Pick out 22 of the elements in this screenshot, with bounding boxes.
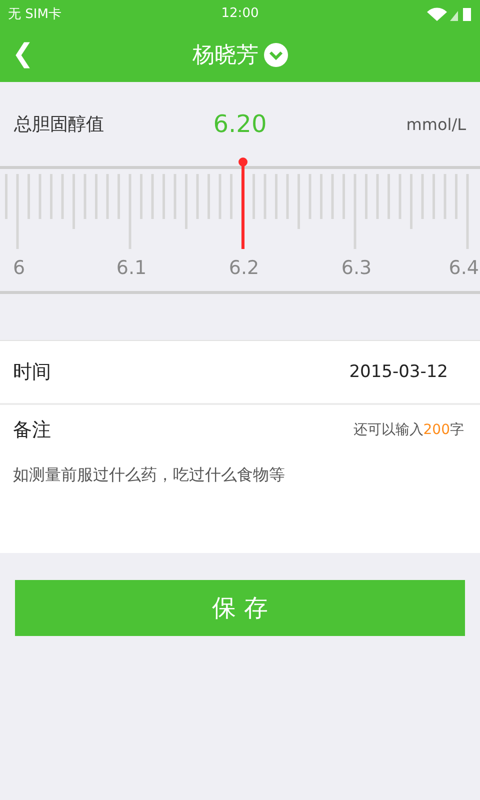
time-label: 时间 — [13, 360, 51, 385]
clock-time: 12:00 — [220, 6, 260, 21]
note-field[interactable]: 如测量前服过什么药，吃过什么食物等 — [0, 455, 480, 553]
measurement-value: 6.20 — [212, 110, 268, 138]
status-icons — [426, 6, 472, 22]
patient-name[interactable]: 杨晓芳 — [192, 40, 258, 70]
date-value[interactable]: 2015-03-12 — [349, 362, 448, 382]
chevron-down-icon[interactable] — [264, 42, 288, 66]
character-counter: 还可以输入200字 — [353, 421, 464, 439]
unit-label: mmol/L — [406, 114, 466, 134]
value-pointer[interactable] — [238, 157, 248, 249]
carrier-text: 无 SIM卡 — [8, 6, 62, 22]
scale-label: 6.1 — [116, 257, 147, 279]
scale-label: 6.4 — [448, 257, 479, 279]
save-button[interactable]: 保 存 — [15, 580, 465, 636]
back-button[interactable]: ❮ — [6, 37, 40, 71]
ruler-scale[interactable] — [0, 166, 480, 294]
scale-label: 6.2 — [228, 257, 260, 279]
scale-label: 6.3 — [341, 257, 372, 279]
scale-label: 6 — [12, 257, 26, 279]
note-label: 备注 — [13, 418, 51, 443]
measurement-label: 总胆固醇值 — [14, 113, 104, 136]
